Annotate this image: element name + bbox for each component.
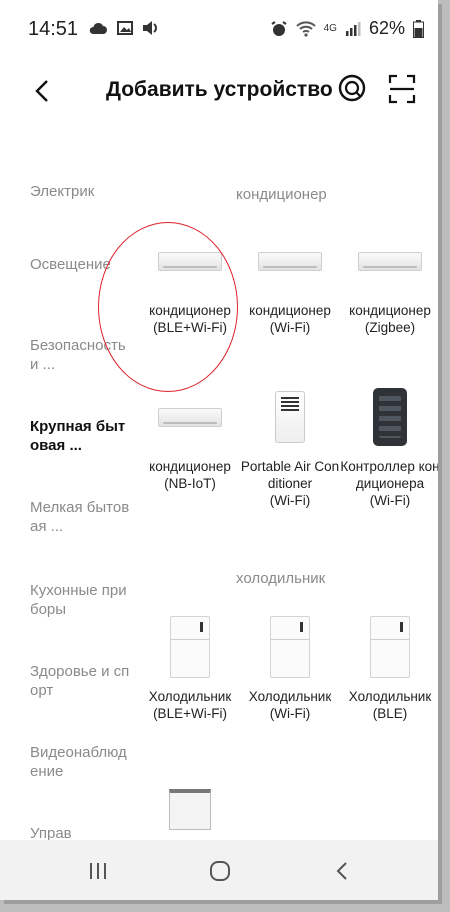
device-label: Холодильник (Wi-Fi)	[248, 689, 332, 721]
device-label: кондиционер (NB-IoT)	[149, 459, 231, 491]
device-fridge-ble-wifi[interactable]: Холодильник (BLE+Wi-Fi)	[140, 616, 240, 722]
device-label: Холодильник (BLE+Wi-Fi)	[148, 689, 232, 721]
help-icon	[338, 74, 366, 102]
status-bar: 14:51 4G 62%	[0, 0, 438, 64]
section-title-fridge: холодильник	[236, 570, 326, 587]
signal-icon	[345, 21, 361, 36]
sidebar-item-large-appliances[interactable]: Крупная бытовая ...	[30, 417, 130, 455]
volume-icon	[143, 21, 157, 35]
battery-level: 62%	[368, 18, 405, 38]
recent-apps-button[interactable]	[78, 854, 118, 888]
device-partial-next[interactable]	[140, 778, 240, 840]
device-ac-controller[interactable]: Контроллер кондиционера (Wi-Fi)	[340, 386, 438, 509]
back-icon	[336, 862, 347, 880]
ac-controller-image	[373, 388, 407, 446]
system-back-button[interactable]	[322, 854, 362, 888]
air-conditioner-image	[358, 251, 422, 271]
device-ac-nbiot[interactable]: кондиционер (NB-IoT)	[140, 386, 240, 492]
help-button[interactable]	[336, 72, 368, 104]
app-header: Добавить устройство	[0, 64, 438, 124]
device-fridge-wifi[interactable]: Холодильник (Wi-Fi)	[240, 616, 340, 722]
wifi-icon	[295, 20, 316, 37]
home-button[interactable]	[200, 854, 240, 888]
cloud-icon	[89, 22, 107, 34]
device-ac-wifi[interactable]: кондиционер (Wi-Fi)	[240, 230, 340, 336]
air-conditioner-image	[158, 407, 222, 427]
chevron-left-icon	[35, 80, 48, 102]
sidebar-item-video[interactable]: Видеонаблюдение	[30, 743, 130, 781]
device-fridge-ble[interactable]: Холодильник (BLE)	[340, 616, 438, 722]
battery-icon	[413, 19, 424, 38]
image-icon	[117, 21, 133, 35]
fridge-image	[270, 616, 310, 678]
recent-apps-icon	[90, 863, 106, 879]
device-label: Холодильник (BLE)	[348, 689, 432, 721]
system-nav-bar	[0, 840, 438, 900]
device-label: Portable Air Conditioner (Wi-Fi)	[240, 459, 340, 508]
device-label: кондиционер (Wi-Fi)	[249, 303, 331, 335]
highlight-circle-annotation	[98, 222, 238, 392]
home-icon	[210, 861, 230, 881]
device-label: Контроллер кондиционера (Wi-Fi)	[340, 459, 438, 508]
sidebar-item-health-sport[interactable]: Здоровье и спорт	[30, 662, 130, 700]
phone-screen: 14:51 4G 62% Добавить устройство Электри	[0, 0, 438, 900]
back-button[interactable]	[28, 74, 56, 108]
network-type: 4G	[323, 23, 337, 34]
device-label: кондиционер (Zigbee)	[349, 303, 431, 335]
page-title: Добавить устройство	[106, 78, 333, 101]
section-title-ac: кондиционер	[236, 186, 327, 203]
device-ac-zigbee[interactable]: кондиционер (Zigbee)	[340, 230, 438, 336]
fridge-image	[370, 616, 410, 678]
device-portable-ac[interactable]: Portable Air Conditioner (Wi-Fi)	[240, 386, 340, 509]
sidebar-item-small-appliances[interactable]: Мелкая бытовая ...	[30, 498, 130, 536]
portable-ac-image	[275, 391, 305, 443]
scan-icon	[388, 74, 416, 104]
status-time: 14:51	[28, 18, 79, 40]
sidebar-item-electric[interactable]: Электрик	[30, 182, 130, 201]
appliance-image	[169, 788, 211, 830]
sidebar-item-kitchen[interactable]: Кухонные приборы	[30, 581, 130, 619]
alarm-icon	[271, 20, 287, 36]
scan-button[interactable]	[388, 74, 416, 104]
fridge-image	[170, 616, 210, 678]
air-conditioner-image	[258, 251, 322, 271]
